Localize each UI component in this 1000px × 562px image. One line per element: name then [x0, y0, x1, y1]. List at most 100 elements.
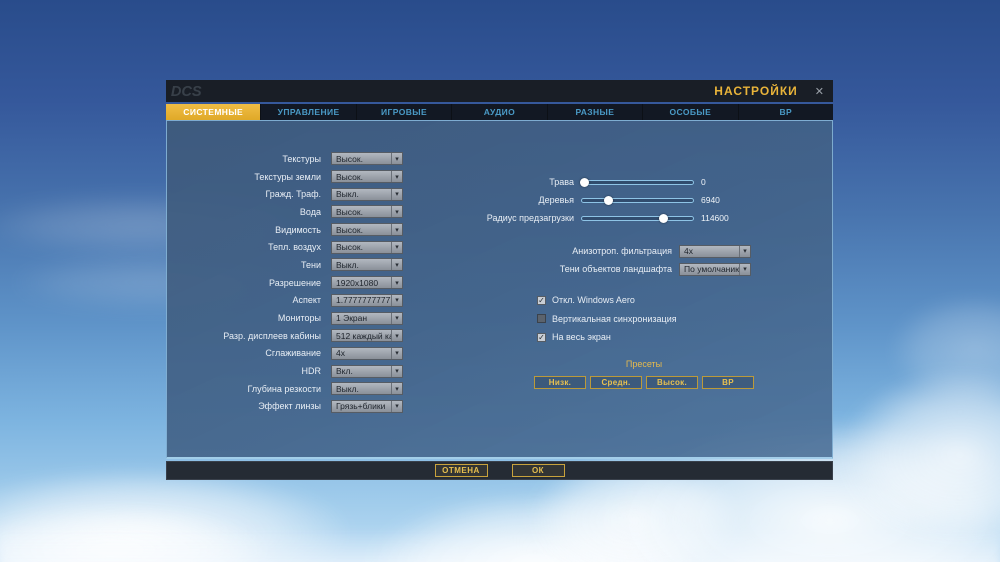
field-label: HDR	[301, 366, 322, 377]
checkbox-box[interactable]: ✓	[537, 295, 546, 305]
sky-background: DCS НАСТРОЙКИ ✕ СИСТЕМНЫЕ УПРАВЛЕНИЕ ИГР…	[0, 0, 1000, 562]
cloud	[0, 468, 350, 562]
preset-vr-button[interactable]: ВР	[702, 376, 754, 389]
dof-dropdown[interactable]: Выкл. ▾	[331, 382, 403, 396]
tab-systems[interactable]: СИСТЕМНЫЕ	[166, 104, 261, 120]
disable-aero-checkbox[interactable]: ✓ Откл. Windows Aero	[537, 291, 677, 310]
monitors-dropdown[interactable]: 1 Экран ▾	[331, 311, 403, 325]
footer-bar: ОТМЕНА ОК	[166, 461, 833, 480]
vsync-checkbox[interactable]: Вертикальная синхронизация	[537, 310, 677, 329]
right-options-form: Анизотроп. фильтрация 4x ▾ Тени объектов …	[167, 242, 834, 278]
form-row: Глубина резкости Выкл. ▾	[167, 380, 587, 398]
preload-radius-slider[interactable]	[581, 213, 694, 223]
dropdown-value: 1.7777777777778	[336, 295, 391, 306]
field-label: Разрешение	[269, 277, 321, 288]
dialog-title: НАСТРОЙКИ	[714, 84, 798, 98]
cloud	[370, 492, 700, 562]
slider-value: 6940	[701, 195, 720, 205]
tab-audio[interactable]: АУДИО	[451, 104, 546, 120]
chevron-down-icon: ▾	[391, 365, 402, 377]
form-row: Аспект 1.7777777777778▾	[167, 292, 587, 310]
cancel-button[interactable]: ОТМЕНА	[434, 464, 488, 477]
field-label: Текстуры	[282, 153, 321, 164]
cloud-bank	[0, 528, 1000, 562]
form-row: Сглаживание 4x ▾	[167, 345, 587, 363]
dcs-logo: DCS	[171, 84, 202, 100]
dropdown-value: 4x	[684, 246, 693, 256]
field-label: Эффект линзы	[258, 401, 321, 412]
form-row: Эффект линзы Грязь+блики ▾	[167, 398, 587, 416]
presets-title: Пресеты	[625, 359, 663, 369]
dropdown-value: 1 Экран	[336, 313, 368, 324]
slider-handle[interactable]	[580, 177, 590, 187]
dropdown-value: Высок.	[336, 153, 363, 164]
field-label: Сглаживание	[265, 348, 321, 359]
grass-slider[interactable]	[580, 177, 694, 187]
slider-value: 114600	[701, 213, 729, 223]
aspect-dropdown[interactable]: 1.7777777777778▾	[331, 293, 403, 307]
dropdown-value: Вкл.	[336, 366, 353, 377]
checkbox-label: Откл. Windows Aero	[552, 295, 635, 306]
textures-dropdown[interactable]: Высок. ▾	[331, 152, 403, 166]
cloud	[890, 295, 1000, 405]
settings-dialog: DCS НАСТРОЙКИ ✕ СИСТЕМНЫЕ УПРАВЛЕНИЕ ИГР…	[166, 80, 833, 459]
presets-section: Пресеты Низк. Средн. Высок. ВР	[534, 359, 754, 389]
field-label: Деревья	[538, 195, 574, 205]
tab-vr[interactable]: ВР	[737, 104, 833, 120]
tab-controls[interactable]: УПРАВЛЕНИЕ	[260, 104, 355, 120]
dropdown-value: Грязь+блики	[336, 401, 386, 412]
field-label: Трава	[549, 177, 574, 187]
close-icon[interactable]: ✕	[812, 85, 827, 98]
preset-low-button[interactable]: Низк.	[534, 376, 586, 389]
lens-effects-dropdown[interactable]: Грязь+блики ▾	[331, 399, 403, 413]
dropdown-value: 1920x1080	[336, 277, 379, 288]
field-label: Мониторы	[277, 313, 321, 324]
cockpit-displays-res-dropdown[interactable]: 512 каждый кадр▾	[331, 329, 403, 343]
terrain-object-shadows-dropdown[interactable]: По умолчанию ▾	[679, 262, 751, 276]
tab-misc[interactable]: РАЗНЫЕ	[546, 104, 642, 120]
checkbox-label: Вертикальная синхронизация	[552, 313, 677, 324]
slider-value: 0	[701, 177, 706, 187]
tab-bar: СИСТЕМНЫЕ УПРАВЛЕНИЕ ИГРОВЫЕ АУДИО РАЗНЫ…	[166, 104, 833, 120]
dropdown-value: 512 каждый кадр	[336, 330, 391, 341]
chevron-down-icon: ▾	[391, 400, 402, 412]
tab-special[interactable]: ОСОБЫЕ	[642, 104, 737, 120]
dialog-body: Текстуры Высок. ▾ Текстуры земли Высок. ▾ …	[166, 120, 833, 459]
field-label: Разр. дисплеев кабины	[223, 330, 321, 341]
field-label: Анизотроп. фильтрация	[572, 246, 672, 256]
slider-row: Радиус предзагрузки 114600	[167, 209, 834, 227]
dropdown-value: Выкл.	[336, 383, 359, 394]
tab-gameplay[interactable]: ИГРОВЫЕ	[355, 104, 451, 120]
field-label: Радиус предзагрузки	[486, 213, 574, 223]
preset-high-button[interactable]: Высок.	[646, 376, 698, 389]
chevron-down-icon: ▾	[391, 277, 402, 289]
field-label: Глубина резкости	[247, 383, 321, 394]
checkbox-box[interactable]	[537, 314, 546, 324]
resolution-dropdown[interactable]: 1920x1080 ▾	[331, 276, 403, 290]
fullscreen-checkbox[interactable]: ✓ На весь экран	[537, 328, 677, 347]
chevron-down-icon: ▾	[391, 294, 402, 306]
slider-handle[interactable]	[659, 213, 669, 223]
slider-group: Трава 0 Деревья 6940 Радиус предзагрузки…	[167, 173, 834, 227]
form-row: Тени объектов ландшафта По умолчанию ▾	[167, 260, 834, 278]
ok-button[interactable]: ОК	[511, 464, 565, 477]
anisotropic-filtering-dropdown[interactable]: 4x ▾	[679, 244, 751, 258]
svg-text:DCS: DCS	[171, 84, 202, 100]
presets-buttons: Низк. Средн. Высок. ВР	[534, 376, 754, 389]
field-label: Аспект	[292, 295, 321, 306]
dropdown-value: 4x	[336, 348, 345, 359]
cloud	[0, 505, 270, 562]
form-row: HDR Вкл. ▾	[167, 362, 587, 380]
chevron-down-icon: ▾	[739, 263, 750, 275]
form-row: Разр. дисплеев кабины 512 каждый кадр▾	[167, 327, 587, 345]
chevron-down-icon: ▾	[391, 347, 402, 359]
slider-handle[interactable]	[603, 195, 613, 205]
checkbox-box[interactable]: ✓	[537, 332, 546, 342]
hdr-dropdown[interactable]: Вкл. ▾	[331, 364, 403, 378]
chevron-down-icon: ▾	[739, 245, 750, 257]
trees-slider[interactable]	[581, 195, 694, 205]
chevron-down-icon: ▾	[391, 383, 402, 395]
field-label: Тени объектов ландшафта	[559, 264, 672, 274]
msaa-dropdown[interactable]: 4x ▾	[331, 346, 403, 360]
preset-medium-button[interactable]: Средн.	[590, 376, 642, 389]
